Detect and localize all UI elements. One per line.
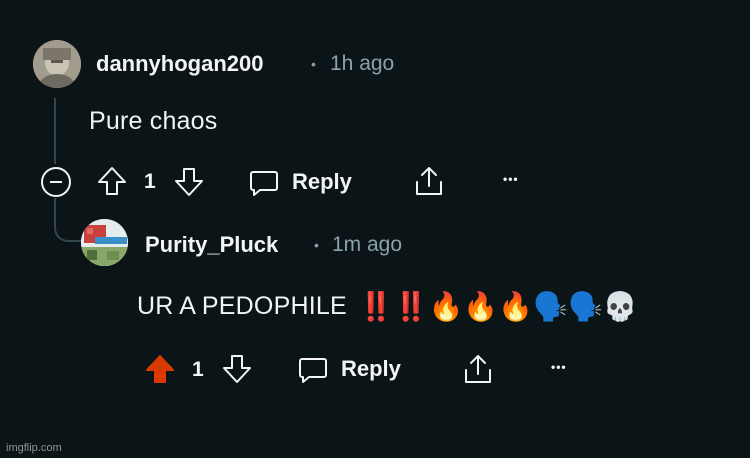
meta-separator: • [314,237,319,253]
arrow-up-icon [98,167,126,195]
thread-line-main [54,98,56,164]
comment-text: UR A PEDOPHILE [137,292,347,320]
comment-username[interactable]: dannyhogan200 [96,51,263,77]
thread-branch-curve [54,210,82,242]
avatar-image [33,40,81,88]
vote-count: 1 [144,170,156,193]
comment-username[interactable]: Purity_Pluck [145,232,278,258]
minus-circle-icon [41,167,71,197]
arrow-down-icon [175,168,203,196]
vote-count: 1 [192,358,204,381]
reply-label: Reply [292,169,352,194]
comment-timestamp[interactable]: 1h ago [330,52,394,76]
arrow-up-icon [146,355,174,383]
avatar[interactable] [81,219,128,266]
comment-timestamp[interactable]: 1m ago [332,233,402,257]
upvote-button[interactable] [144,353,176,385]
reply-label: Reply [341,356,401,381]
downvote-button[interactable] [173,166,205,198]
chat-bubble-icon [299,358,327,383]
comment-emoji: ‼️‼️🔥🔥🔥🗣️🗣️💀 [358,290,638,323]
share-button[interactable] [462,352,494,386]
reply-button[interactable]: Reply [297,353,401,385]
arrow-down-icon [223,355,251,383]
chat-bubble-icon [250,171,278,196]
share-button[interactable] [413,164,445,198]
share-icon [416,167,442,195]
comment-body: Pure chaos [89,107,218,135]
watermark: imgflip.com [6,442,62,454]
reply-button[interactable]: Reply [248,166,352,198]
upvote-button[interactable] [96,165,128,197]
collapse-thread-button[interactable] [40,166,72,198]
more-options-button[interactable]: ••• [503,172,519,186]
more-options-button[interactable]: ••• [551,360,567,374]
share-icon [465,355,491,383]
avatar-image [81,219,128,266]
avatar[interactable] [33,40,81,88]
comment-body: UR A PEDOPHILE ‼️‼️🔥🔥🔥🗣️🗣️💀 [137,290,638,323]
downvote-button[interactable] [221,353,253,385]
meta-separator: • [311,56,316,72]
